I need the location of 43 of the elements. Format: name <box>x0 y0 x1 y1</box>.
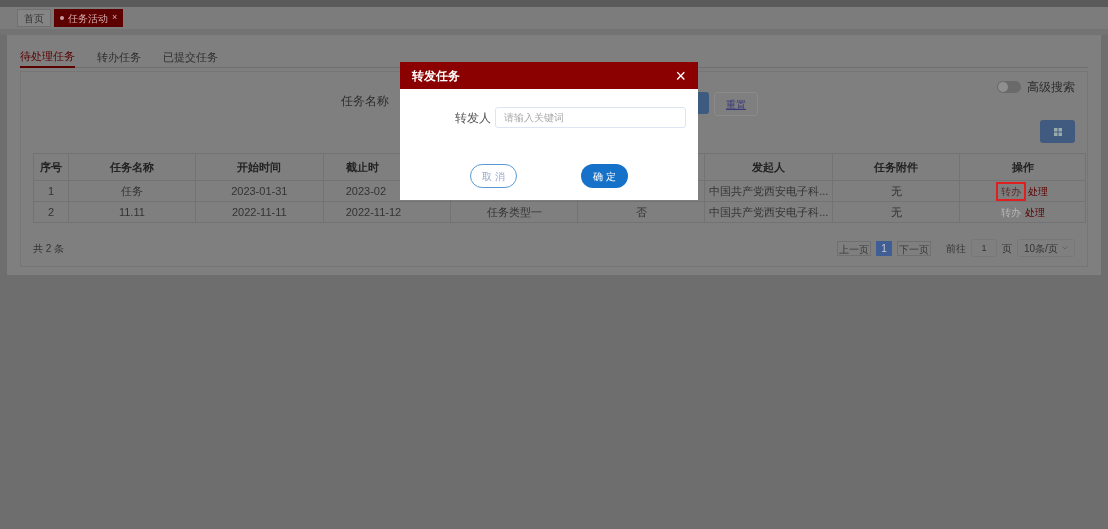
tab[interactable]: 待处理任务 <box>20 46 75 68</box>
table-cell: 无 <box>832 201 960 223</box>
confirm-button[interactable]: 确 定 <box>581 164 628 188</box>
column-header: 开始时间 <box>195 153 324 181</box>
column-header: 发起人 <box>704 153 833 181</box>
column-header: 任务附件 <box>832 153 960 181</box>
column-header: 序号 <box>33 153 69 181</box>
table-cell: 中国共产党西安电子科... <box>704 201 833 223</box>
action-link[interactable]: 转办 <box>997 183 1024 199</box>
toggle-label: 高级搜索 <box>1027 79 1075 96</box>
toggle-switch[interactable] <box>997 81 1021 93</box>
page-size-select[interactable]: 10条/页 <box>1017 239 1075 257</box>
page-tab[interactable]: 首页 <box>17 9 51 27</box>
input-field[interactable]: 请输入关键词 <box>495 107 686 128</box>
page-input[interactable]: 1 <box>971 239 997 257</box>
close-button[interactable]: × <box>112 11 118 25</box>
tab[interactable]: 已提交任务 <box>163 46 218 68</box>
close-button[interactable]: × <box>675 66 686 85</box>
table-cell: 任务 <box>68 180 196 202</box>
table-cell: 2022-11-11 <box>195 201 324 223</box>
table-cell: 11.11 <box>68 201 196 223</box>
page-button[interactable]: 1 <box>876 240 892 256</box>
column-header: 操作 <box>959 153 1086 181</box>
table-cell: 2022-11-12 <box>323 201 451 223</box>
table-cell: 1 <box>33 180 69 202</box>
action-link[interactable]: 处理 <box>1024 204 1045 220</box>
action-link[interactable]: 处理 <box>1027 183 1048 199</box>
table-cell: 无 <box>832 180 960 202</box>
dialog-title: 转发任务 <box>412 67 460 85</box>
goto-label: 前往 <box>946 241 966 256</box>
column-header: 任务名称 <box>68 153 196 181</box>
table-cell: 2 <box>33 201 69 223</box>
field-label: 任务名称 <box>341 93 389 110</box>
page-unit-label: 页 <box>1002 241 1012 256</box>
grid-view-button[interactable] <box>1040 120 1075 143</box>
tab[interactable]: 转办任务 <box>97 46 141 68</box>
grid-icon <box>1053 127 1062 136</box>
total-count: 共 2 条 <box>33 241 65 256</box>
table-cell: 中国共产党西安电子科... <box>704 180 833 202</box>
table-cell: 否 <box>578 201 705 223</box>
page-tab[interactable]: 任务活动 × <box>54 9 124 27</box>
field-label: 转发人 <box>455 109 492 127</box>
table-cell: 2023-01-31 <box>195 180 324 202</box>
